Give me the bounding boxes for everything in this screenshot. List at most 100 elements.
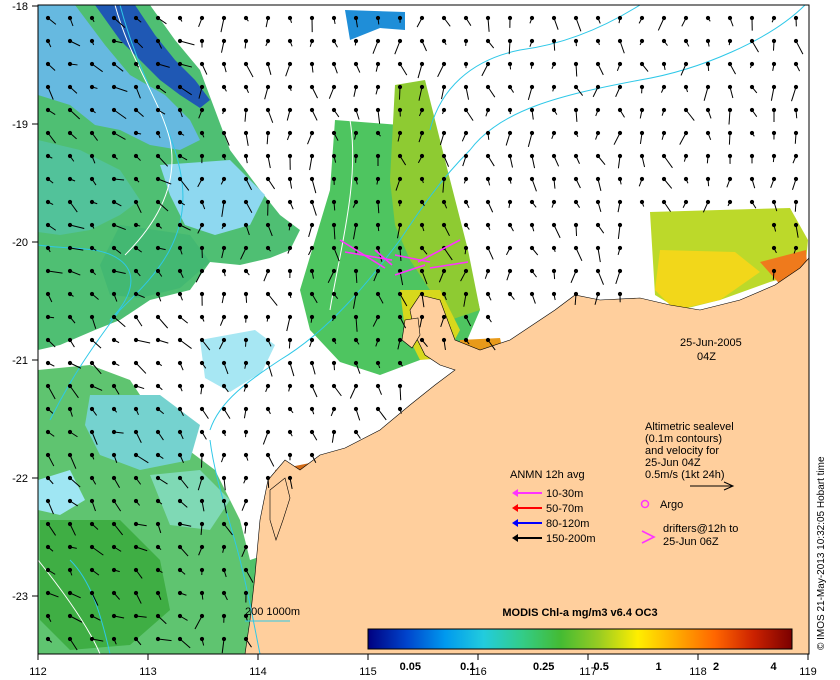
velocity-arrow-dot [199, 176, 205, 182]
velocity-arrow-dot [111, 15, 117, 21]
velocity-arrow-dot [353, 130, 359, 136]
velocity-arrow-dot [705, 38, 711, 44]
velocity-arrow-dot [221, 636, 227, 642]
velocity-arrow-dot [45, 222, 51, 228]
velocity-arrow-dot [221, 176, 227, 182]
velocity-arrow-dot [309, 15, 315, 21]
velocity-arrow-dot [67, 314, 73, 320]
velocity-arrow-dot [375, 84, 381, 90]
velocity-arrow-dot [45, 61, 51, 67]
velocity-arrow-dot [507, 268, 513, 274]
velocity-arrow-dot [353, 61, 359, 67]
velocity-arrow-dot [111, 176, 117, 182]
velocity-arrow-dot [265, 199, 271, 205]
velocity-arrow-dot [243, 245, 249, 251]
velocity-arrow-dot [243, 406, 249, 412]
velocity-arrow-dot [507, 84, 513, 90]
velocity-arrow-dot [617, 176, 623, 182]
velocity-arrow-dot [331, 429, 337, 435]
velocity-arrow-dot [177, 337, 183, 343]
velocity-arrow-dot [551, 153, 557, 159]
velocity-arrow-dot [243, 337, 249, 343]
velocity-arrow-dot [111, 544, 117, 550]
velocity-arrow-dot [683, 176, 689, 182]
velocity-arrow-dot [287, 245, 293, 251]
velocity-arrow-dot [397, 38, 403, 44]
velocity-arrow-dot [155, 521, 161, 527]
velocity-arrow-dot [485, 61, 491, 67]
velocity-arrow-dot [45, 130, 51, 136]
velocity-arrow-dot [727, 130, 733, 136]
velocity-arrow-dot [243, 429, 249, 435]
velocity-arrow-dot [111, 84, 117, 90]
velocity-arrow-dot [89, 38, 95, 44]
velocity-arrow-dot [595, 107, 601, 113]
velocity-arrow-dot [177, 452, 183, 458]
velocity-arrow-dot [727, 199, 733, 205]
velocity-arrow-dot [617, 107, 623, 113]
velocity-arrow-dot [529, 61, 535, 67]
velocity-arrow-dot [221, 291, 227, 297]
velocity-arrow-dot [551, 130, 557, 136]
velocity-arrow-dot [661, 199, 667, 205]
velocity-arrow-dot [89, 636, 95, 642]
velocity-arrow-dot [67, 130, 73, 136]
velocity-arrow-dot [243, 61, 249, 67]
velocity-arrow-dot [133, 544, 139, 550]
velocity-arrow-dot [463, 176, 469, 182]
velocity-arrow-dot [221, 268, 227, 274]
velocity-arrow-dot [287, 429, 293, 435]
colorbar-tick-label: 1 [656, 661, 662, 673]
velocity-arrow-dot [375, 199, 381, 205]
velocity-arrow-dot [243, 291, 249, 297]
velocity-arrow-dot [221, 15, 227, 21]
velocity-arrow-dot [331, 383, 337, 389]
velocity-arrow-dot [639, 61, 645, 67]
velocity-arrow-dot [221, 521, 227, 527]
velocity-arrow-dot [287, 61, 293, 67]
velocity-arrow-dot [45, 475, 51, 481]
velocity-arrow-dot [243, 130, 249, 136]
velocity-arrow-dot [463, 61, 469, 67]
velocity-arrow-dot [331, 291, 337, 297]
velocity-arrow-dot [309, 268, 315, 274]
velocity-arrow-dot [551, 268, 557, 274]
velocity-arrow-dot [331, 199, 337, 205]
velocity-arrow-dot [485, 199, 491, 205]
velocity-arrow-dot [331, 107, 337, 113]
velocity-arrow-dot [133, 429, 139, 435]
velocity-arrow-dot [243, 176, 249, 182]
velocity-arrow-dot [705, 107, 711, 113]
velocity-arrow-dot [419, 15, 425, 21]
x-tick-label: 115 [359, 666, 377, 678]
velocity-arrow-dot [463, 291, 469, 297]
velocity-arrow-dot [771, 130, 777, 136]
velocity-arrow-dot [749, 153, 755, 159]
velocity-arrow-dot [331, 84, 337, 90]
velocity-arrow-dot [397, 337, 403, 343]
velocity-arrow-dot [353, 84, 359, 90]
velocity-arrow-dot [485, 291, 491, 297]
velocity-arrow-dot [45, 406, 51, 412]
velocity-arrow-dot [155, 199, 161, 205]
velocity-arrow-dot [551, 199, 557, 205]
velocity-arrow-dot [111, 268, 117, 274]
velocity-arrow-dot [243, 636, 249, 642]
velocity-arrow-dot [221, 107, 227, 113]
velocity-arrow-dot [89, 406, 95, 412]
velocity-arrow-dot [463, 199, 469, 205]
velocity-arrow-dot [287, 291, 293, 297]
velocity-arrow-dot [67, 245, 73, 251]
velocity-arrow-dot [573, 245, 579, 251]
velocity-arrow-dot [111, 61, 117, 67]
velocity-arrow-dot [375, 360, 381, 366]
velocity-arrow-dot [309, 130, 315, 136]
velocity-arrow-dot [243, 222, 249, 228]
velocity-arrow-dot [177, 544, 183, 550]
x-tick-label: 113 [139, 666, 157, 678]
velocity-arrow-dot [573, 268, 579, 274]
velocity-arrow-dot [133, 130, 139, 136]
velocity-arrow-dot [595, 84, 601, 90]
velocity-arrow-dot [595, 61, 601, 67]
velocity-arrow-dot [749, 130, 755, 136]
